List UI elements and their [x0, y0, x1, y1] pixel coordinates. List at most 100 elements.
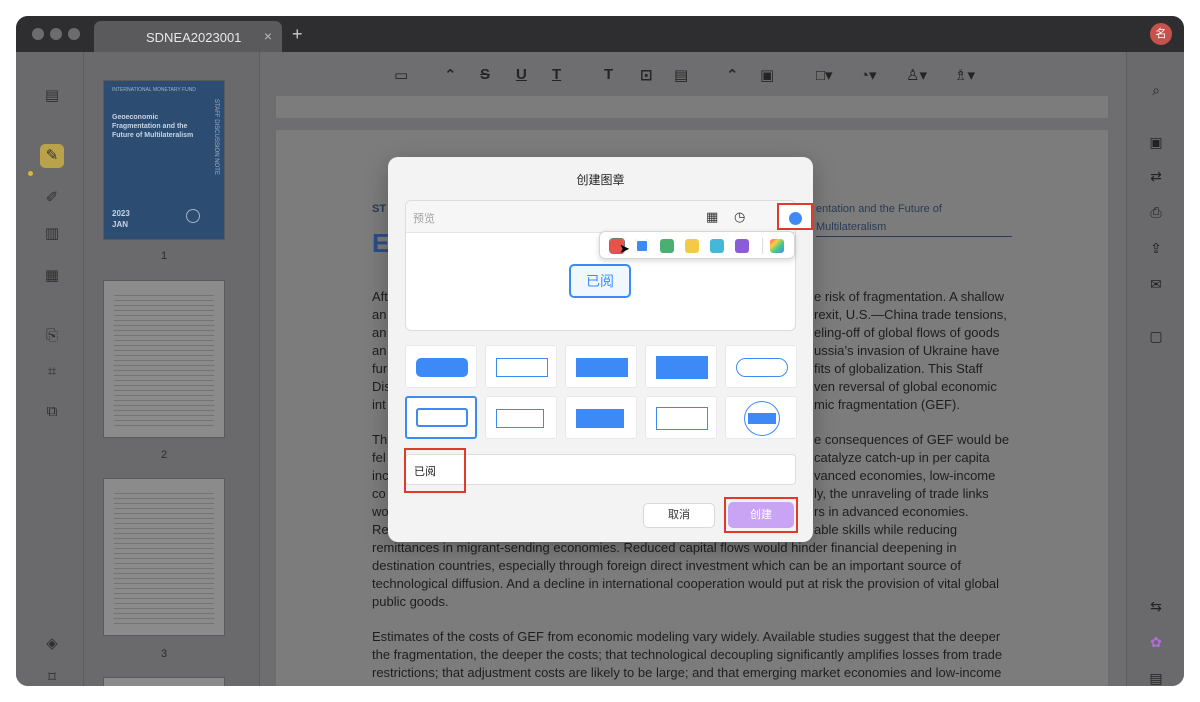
- stamp-style-option[interactable]: [645, 396, 717, 439]
- squiggly-icon[interactable]: T: [552, 66, 561, 83]
- color-swatch-blue[interactable]: [635, 239, 649, 253]
- stamp-icon[interactable]: ♙▾: [906, 66, 927, 84]
- new-tab-button[interactable]: +: [292, 24, 303, 45]
- ocr-icon[interactable]: ▣: [1144, 130, 1168, 154]
- zoom-window-button[interactable]: [68, 28, 80, 40]
- palette-divider: [762, 238, 763, 254]
- callout-icon[interactable]: ▤: [674, 66, 688, 84]
- create-button-highlight: 创建: [724, 497, 798, 533]
- selected-color-dot: [789, 212, 802, 225]
- stamp-style-option[interactable]: [725, 345, 797, 388]
- page-number: 3: [160, 648, 168, 660]
- color-swatch-green[interactable]: [660, 239, 674, 253]
- stamp-style-option[interactable]: [405, 345, 477, 388]
- paragraph-3: Estimates of the costs of GEF from econo…: [372, 629, 1003, 680]
- color-picker-button[interactable]: [777, 203, 813, 230]
- reader-mode-icon[interactable]: ▤: [40, 84, 64, 108]
- cover-side-label: STAFF DISCUSSION NOTE: [213, 99, 219, 175]
- document-tab[interactable]: SDNEA2023001 ×: [94, 21, 282, 52]
- thumbnail-page-1[interactable]: INTERNATIONAL MONETARY FUND Geoeconomic …: [103, 80, 225, 240]
- pencil-icon[interactable]: ⌃: [726, 66, 739, 84]
- comment-mode-icon[interactable]: ✎: [40, 144, 64, 168]
- page-number: 2: [160, 449, 168, 461]
- calendar-icon[interactable]: ▦: [706, 209, 718, 225]
- thumbnail-page-2[interactable]: [103, 280, 225, 438]
- tab-title: SDNEA2023001: [146, 30, 242, 45]
- annotation-toolbar: ▭ ⌃ S U T T ⊡ ▤ ⌃ ▣ □▾ ◔▾ ♙▾ ♗▾: [260, 52, 1126, 96]
- minimize-window-button[interactable]: [50, 28, 62, 40]
- color-swatch-yellow[interactable]: [685, 239, 699, 253]
- sticker-icon[interactable]: ◔▾: [860, 66, 877, 84]
- stamp-style-option-selected[interactable]: [405, 396, 477, 439]
- stamp-style-option[interactable]: [565, 396, 637, 439]
- preview-toolbar: 预览 ▦ ◷: [406, 201, 813, 233]
- protect-icon[interactable]: ⎙: [1144, 200, 1168, 224]
- stamp-style-grid: [405, 345, 797, 441]
- cover-org: INTERNATIONAL MONETARY FUND: [112, 87, 196, 93]
- cover-month: JAN: [112, 220, 129, 229]
- section-heading: E: [372, 228, 390, 258]
- thumbnail-page-3[interactable]: [103, 478, 225, 636]
- paragraph-2-right: e consequences of GEF would be catalyze c…: [814, 432, 1010, 537]
- profile-avatar[interactable]: 名: [1150, 23, 1172, 45]
- stamp-preview: 已阅: [569, 264, 631, 298]
- dialog-title: 创建图章: [576, 173, 625, 187]
- highlight-icon[interactable]: ⌃: [444, 66, 457, 84]
- stamp-style-option[interactable]: [645, 345, 717, 388]
- create-stamp-dialog: 创建图章 预览 ▦ ◷ 已阅 ➤ 已阅 取消 创建: [388, 157, 813, 542]
- form-icon[interactable]: ▥: [40, 222, 64, 246]
- email-icon[interactable]: ✉: [1144, 272, 1168, 296]
- translate-icon[interactable]: ⇆: [1144, 594, 1168, 618]
- thumbnail-panel: INTERNATIONAL MONETARY FUND Geoeconomic …: [84, 52, 260, 686]
- left-tool-rail: ▤ ✎ ✐ ▥ ▦ ⎘ ⌗ ⧉ ◈ ⌑: [16, 52, 84, 686]
- stamp-style-option[interactable]: [725, 396, 797, 439]
- title-bar: SDNEA2023001 × + 名: [16, 16, 1184, 52]
- clock-icon[interactable]: ◷: [734, 209, 745, 225]
- color-swatch-cyan[interactable]: [710, 239, 724, 253]
- layers-icon[interactable]: ◈: [40, 632, 64, 656]
- shape-icon[interactable]: □▾: [816, 66, 833, 84]
- eraser-icon[interactable]: ▣: [760, 66, 774, 84]
- custom-color-icon[interactable]: [770, 239, 784, 253]
- color-swatch-purple[interactable]: [735, 239, 749, 253]
- mouse-cursor-icon: ➤: [619, 241, 630, 256]
- cover-year: 2023: [112, 209, 130, 218]
- highlight-box: [404, 448, 466, 493]
- convert-icon[interactable]: ⇄: [1144, 164, 1168, 188]
- crop-icon[interactable]: ⌗: [40, 360, 64, 384]
- header-left: ST: [372, 203, 387, 215]
- comments-icon[interactable]: ▤: [1144, 666, 1168, 686]
- paragraph-2-full: remittances in migrant-sending economies…: [372, 540, 1000, 609]
- page-number: 1: [160, 250, 168, 262]
- organize-pages-icon[interactable]: ⎘: [40, 324, 64, 348]
- signature-icon[interactable]: ♗▾: [954, 66, 975, 84]
- strikethrough-icon[interactable]: S: [480, 66, 490, 83]
- ai-assistant-icon[interactable]: ✿: [1144, 630, 1168, 654]
- cancel-button[interactable]: 取消: [643, 503, 715, 528]
- header-right: entation and the Future of Multilaterali…: [816, 200, 1012, 237]
- batch-icon[interactable]: ⧉: [40, 400, 64, 424]
- cover-title: Geoeconomic Fragmentation and the Future…: [112, 114, 194, 139]
- stamp-style-option[interactable]: [485, 396, 557, 439]
- note-icon[interactable]: ▭: [394, 66, 408, 84]
- stamp-preview-panel: 预览 ▦ ◷ 已阅: [405, 200, 813, 331]
- active-indicator: [28, 171, 33, 176]
- tab-close-icon[interactable]: ×: [264, 28, 272, 44]
- create-button[interactable]: 创建: [728, 502, 794, 528]
- close-window-button[interactable]: [32, 28, 44, 40]
- text-icon[interactable]: T: [604, 66, 613, 83]
- imf-seal-icon: [186, 209, 200, 223]
- fill-sign-icon[interactable]: ▦: [40, 264, 64, 288]
- underline-icon[interactable]: U: [516, 66, 527, 83]
- paragraph-1-right: e risk of fragmentation. A shallow rexit,…: [814, 289, 1007, 412]
- stamp-style-option[interactable]: [565, 345, 637, 388]
- save-icon[interactable]: ▢: [1144, 324, 1168, 348]
- previous-page: [276, 96, 1108, 118]
- thumbnail-page-4[interactable]: [103, 677, 225, 686]
- share-icon[interactable]: ⇪: [1144, 236, 1168, 260]
- edit-pdf-icon[interactable]: ✐: [40, 186, 64, 210]
- bookmark-icon[interactable]: ⌑: [40, 666, 64, 686]
- textbox-icon[interactable]: ⊡: [640, 66, 653, 84]
- stamp-style-option[interactable]: [485, 345, 557, 388]
- search-icon[interactable]: ⌕: [1144, 78, 1168, 102]
